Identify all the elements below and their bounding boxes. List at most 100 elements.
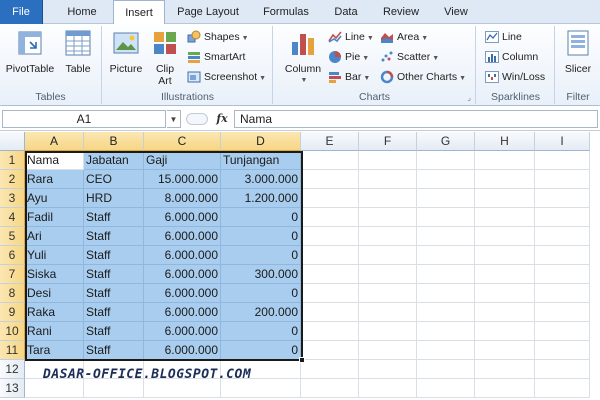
formula-bar-resize-handle[interactable] [186, 113, 208, 125]
cell-b7[interactable]: Staff [84, 265, 144, 284]
cell-d1[interactable]: Tunjangan [221, 151, 301, 170]
row-header-4[interactable]: 4 [0, 208, 25, 227]
cell-a9[interactable]: Raka [25, 303, 84, 322]
cell-h5[interactable] [475, 227, 535, 246]
column-header-g[interactable]: G [417, 132, 475, 151]
cell-h2[interactable] [475, 170, 535, 189]
cell-e7[interactable] [301, 265, 359, 284]
other-charts-button[interactable]: Other Charts ▼ [380, 68, 466, 86]
cell-f2[interactable] [359, 170, 417, 189]
cell-g1[interactable] [417, 151, 475, 170]
row-header-8[interactable]: 8 [0, 284, 25, 303]
cell-f5[interactable] [359, 227, 417, 246]
cell-f7[interactable] [359, 265, 417, 284]
cell-a2[interactable]: Rara [25, 170, 84, 189]
cell-i12[interactable] [535, 360, 590, 379]
cell-c3[interactable]: 8.000.000 [144, 189, 221, 208]
insert-function-icon[interactable]: fx [212, 110, 232, 128]
cell-e9[interactable] [301, 303, 359, 322]
cell-i11[interactable] [535, 341, 590, 360]
picture-button[interactable]: Picture [106, 28, 146, 75]
cell-h4[interactable] [475, 208, 535, 227]
cell-g2[interactable] [417, 170, 475, 189]
cell-i1[interactable] [535, 151, 590, 170]
cell-f8[interactable] [359, 284, 417, 303]
cell-f9[interactable] [359, 303, 417, 322]
row-header-2[interactable]: 2 [0, 170, 25, 189]
tab-formulas[interactable]: Formulas [252, 0, 320, 24]
cell-g11[interactable] [417, 341, 475, 360]
cell-i4[interactable] [535, 208, 590, 227]
select-all-corner[interactable] [0, 132, 25, 151]
cell-f4[interactable] [359, 208, 417, 227]
cell-h13[interactable] [475, 379, 535, 398]
cell-d11[interactable]: 0 [221, 341, 301, 360]
tab-data[interactable]: Data [322, 0, 370, 24]
cell-c2[interactable]: 15.000.000 [144, 170, 221, 189]
cell-a6[interactable]: Yuli [25, 246, 84, 265]
cell-e8[interactable] [301, 284, 359, 303]
scatter-chart-button[interactable]: Scatter ▼ [380, 48, 439, 66]
cell-a8[interactable]: Desi [25, 284, 84, 303]
tab-insert[interactable]: Insert [113, 0, 165, 25]
cell-e13[interactable] [301, 379, 359, 398]
cell-c8[interactable]: 6.000.000 [144, 284, 221, 303]
column-header-a[interactable]: A [25, 132, 84, 151]
name-box-dropdown-icon[interactable]: ▼ [167, 110, 181, 128]
cell-i10[interactable] [535, 322, 590, 341]
cell-f11[interactable] [359, 341, 417, 360]
cell-g9[interactable] [417, 303, 475, 322]
bar-chart-button[interactable]: Bar ▼ [328, 68, 370, 86]
tab-review[interactable]: Review [372, 0, 430, 24]
column-header-d[interactable]: D [221, 132, 301, 151]
cell-i2[interactable] [535, 170, 590, 189]
row-header-5[interactable]: 5 [0, 227, 25, 246]
tab-home[interactable]: Home [52, 0, 112, 24]
cell-b2[interactable]: CEO [84, 170, 144, 189]
cell-b10[interactable]: Staff [84, 322, 144, 341]
cell-f10[interactable] [359, 322, 417, 341]
cell-d4[interactable]: 0 [221, 208, 301, 227]
cell-a5[interactable]: Ari [25, 227, 84, 246]
cell-g13[interactable] [417, 379, 475, 398]
cell-g6[interactable] [417, 246, 475, 265]
cell-h10[interactable] [475, 322, 535, 341]
cell-e12[interactable] [301, 360, 359, 379]
cell-f13[interactable] [359, 379, 417, 398]
pivottable-button[interactable]: PivotTable [2, 28, 58, 75]
cell-c1[interactable]: Gaji [144, 151, 221, 170]
cell-i3[interactable] [535, 189, 590, 208]
cell-b3[interactable]: HRD [84, 189, 144, 208]
cell-b5[interactable]: Staff [84, 227, 144, 246]
row-header-9[interactable]: 9 [0, 303, 25, 322]
row-header-10[interactable]: 10 [0, 322, 25, 341]
cell-b8[interactable]: Staff [84, 284, 144, 303]
tab-page-layout[interactable]: Page Layout [166, 0, 250, 24]
cell-c5[interactable]: 6.000.000 [144, 227, 221, 246]
sparkline-column-button[interactable]: Column [485, 48, 538, 66]
cell-c9[interactable]: 6.000.000 [144, 303, 221, 322]
cell-e4[interactable] [301, 208, 359, 227]
cell-g7[interactable] [417, 265, 475, 284]
cell-f3[interactable] [359, 189, 417, 208]
cell-i13[interactable] [535, 379, 590, 398]
cell-a1[interactable]: Nama [25, 151, 84, 170]
cell-d6[interactable]: 0 [221, 246, 301, 265]
pie-chart-button[interactable]: Pie ▼ [328, 48, 369, 66]
cell-h7[interactable] [475, 265, 535, 284]
cell-a7[interactable]: Siska [25, 265, 84, 284]
cell-b9[interactable]: Staff [84, 303, 144, 322]
cell-d7[interactable]: 300.000 [221, 265, 301, 284]
cell-c6[interactable]: 6.000.000 [144, 246, 221, 265]
formula-input[interactable]: Nama [234, 110, 598, 128]
cell-b1[interactable]: Jabatan [84, 151, 144, 170]
cell-g10[interactable] [417, 322, 475, 341]
cell-f1[interactable] [359, 151, 417, 170]
cell-e2[interactable] [301, 170, 359, 189]
cell-e6[interactable] [301, 246, 359, 265]
shapes-button[interactable]: Shapes ▼ [187, 28, 249, 46]
row-header-3[interactable]: 3 [0, 189, 25, 208]
area-chart-button[interactable]: Area ▼ [380, 28, 428, 46]
cell-d10[interactable]: 0 [221, 322, 301, 341]
cell-e5[interactable] [301, 227, 359, 246]
